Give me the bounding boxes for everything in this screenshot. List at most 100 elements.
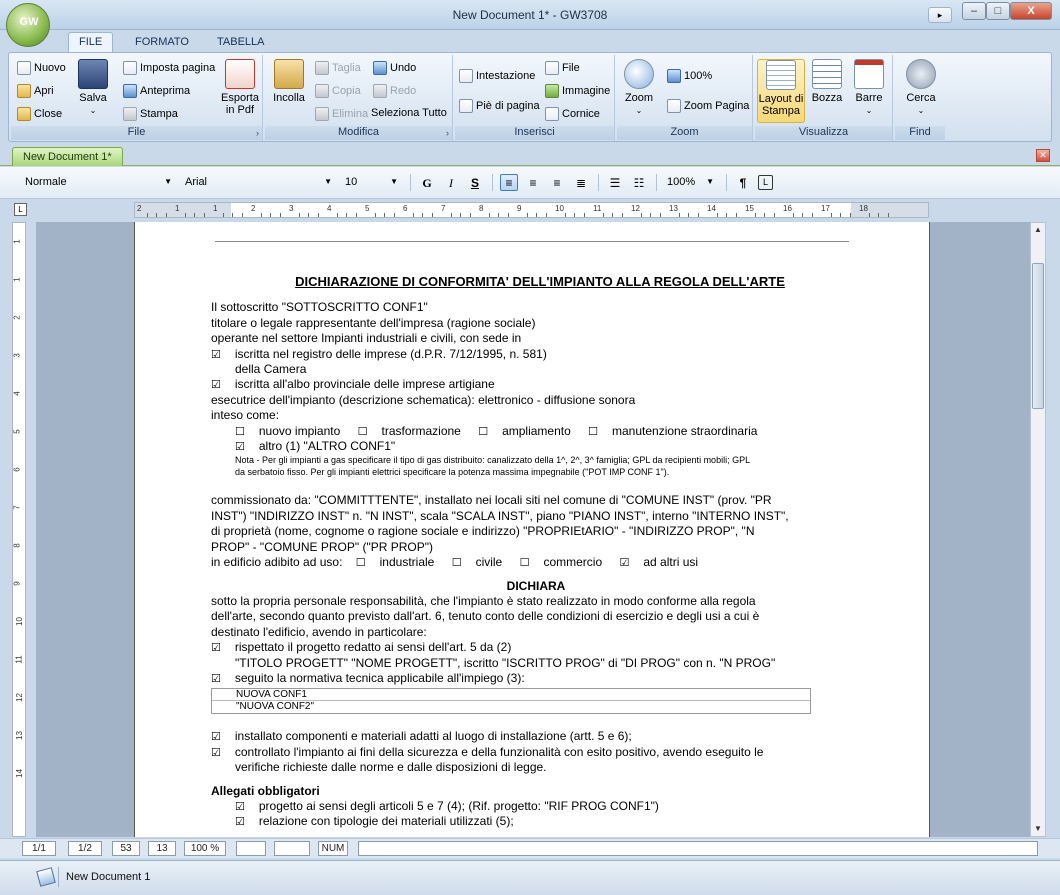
separator: [656, 174, 657, 191]
anteprima-label: Anteprima: [140, 85, 191, 97]
seleziona-tutto-button[interactable]: Seleziona Tutto: [371, 107, 447, 119]
document-page[interactable]: DICHIARAZIONE DI CONFORMITA' DELL'IMPIAN…: [134, 222, 930, 837]
font-select[interactable]: Arial ▼: [180, 173, 336, 191]
checkbox-empty-icon[interactable]: ☐: [588, 425, 598, 438]
nuovo-button[interactable]: Nuovo: [17, 61, 66, 75]
bold-button[interactable]: G: [418, 174, 436, 191]
launcher-icon[interactable]: ›: [446, 128, 449, 138]
allegati-heading: Allegati obbligatori: [211, 783, 320, 798]
close-label: Close: [34, 108, 63, 120]
normativa-table[interactable]: NUOVA CONF1 "NUOVA CONF2": [211, 688, 811, 715]
checkbox-empty-icon[interactable]: ☐: [478, 425, 488, 438]
checkbox-checked-icon[interactable]: ☑: [211, 730, 221, 743]
minimize-button[interactable]: –: [962, 2, 986, 20]
ruler-tick: [640, 213, 642, 217]
checkbox-checked-icon[interactable]: ☑: [619, 556, 629, 569]
elimina-button[interactable]: Elimina: [315, 107, 368, 121]
style-select[interactable]: Normale ▼: [20, 173, 176, 191]
numbered-list-button[interactable]: ☷: [630, 174, 648, 191]
document-body[interactable]: DICHIARAZIONE DI CONFORMITA' DELL'IMPIAN…: [211, 274, 861, 830]
immagine-button[interactable]: Immagine: [545, 84, 610, 98]
checkbox-empty-icon[interactable]: ☐: [452, 556, 462, 569]
align-right-button[interactable]: ≡: [548, 174, 566, 191]
elimina-label: Elimina: [332, 108, 369, 120]
maximize-button[interactable]: □: [986, 2, 1010, 20]
close-button[interactable]: X: [1010, 2, 1052, 20]
scroll-thumb[interactable]: [1032, 263, 1044, 409]
checkbox-empty-icon[interactable]: ☐: [235, 425, 245, 438]
launcher-icon[interactable]: ›: [256, 128, 259, 138]
ruler-number: 14: [707, 204, 716, 213]
vertical-ruler[interactable]: 1 1 2 3 4 5 6 7 8 9 10 11 12 13 14: [12, 222, 26, 837]
barre-button[interactable]: Barre ⌄: [851, 59, 887, 123]
tab-stop-button[interactable]: L: [758, 175, 773, 190]
align-center-button[interactable]: ≡: [524, 174, 542, 191]
redo-button[interactable]: Redo: [373, 84, 416, 98]
zoom-select[interactable]: 100% ▼: [662, 173, 718, 191]
bullet-list-button[interactable]: ☰: [606, 174, 624, 191]
options-uso: in edificio adibito ad uso: ☐ industriale…: [211, 555, 861, 570]
italic-button[interactable]: I: [442, 174, 460, 191]
checkbox-checked-icon[interactable]: ☑: [235, 800, 245, 813]
vertical-scrollbar[interactable]: ▲ ▼: [1030, 222, 1046, 837]
esporta-pdf-button[interactable]: Esporta in Pdf: [219, 59, 261, 123]
close-icon[interactable]: ✕: [1036, 149, 1050, 162]
checkbox-checked-icon[interactable]: ☑: [235, 815, 245, 828]
ruler-tick: [545, 213, 547, 217]
taskbar-document-label[interactable]: New Document 1: [66, 871, 150, 883]
intestazione-label: Intestazione: [476, 70, 536, 82]
zoom-button[interactable]: Zoom ⌄: [621, 59, 657, 123]
salva-button[interactable]: Salva ⌄: [75, 59, 111, 123]
quick-access-button[interactable]: ▸: [928, 7, 952, 23]
justify-button[interactable]: ≣: [572, 174, 590, 191]
tab-formato[interactable]: FORMATO: [124, 32, 200, 52]
toolbars-icon: [854, 59, 884, 89]
cerca-button[interactable]: Cerca ⌄: [901, 59, 941, 123]
tab-tabella[interactable]: TABELLA: [206, 32, 276, 52]
opt-nuovo: nuovo impianto: [258, 423, 341, 438]
tab-type-icon[interactable]: L: [14, 203, 27, 216]
anteprima-button[interactable]: Anteprima: [123, 84, 190, 98]
imposta-pagina-button[interactable]: Imposta pagina: [123, 61, 215, 75]
size-select[interactable]: 10 ▼: [340, 173, 402, 191]
strike-button[interactable]: S: [466, 174, 484, 191]
scroll-down-icon[interactable]: ▼: [1031, 822, 1045, 836]
layout-stampa-button[interactable]: Layout di Stampa: [757, 59, 805, 123]
checkbox-checked-icon[interactable]: ☑: [211, 348, 221, 361]
pie-di-pagina-button[interactable]: Piè di pagina: [459, 99, 540, 113]
scroll-up-icon[interactable]: ▲: [1031, 223, 1045, 237]
apri-button[interactable]: Apri: [17, 84, 54, 98]
ruler-tick: [146, 213, 148, 217]
checkbox-checked-icon[interactable]: ☑: [211, 641, 221, 654]
insert-file-button[interactable]: File: [545, 61, 580, 75]
stampa-button[interactable]: Stampa: [123, 107, 178, 121]
bozza-button[interactable]: Bozza: [809, 59, 845, 123]
app-logo[interactable]: GW: [6, 3, 50, 47]
incolla-button[interactable]: Incolla: [269, 59, 309, 123]
copia-button[interactable]: Copia: [315, 84, 361, 98]
tab-file[interactable]: FILE: [68, 32, 114, 52]
horizontal-ruler[interactable]: 2 1 1 2 3 4 5 6 7 8 9 10 11 12 13 14 15 16 17 18: [134, 202, 929, 218]
checkbox-empty-icon[interactable]: ☐: [356, 556, 366, 569]
ruler-row: L 2 1 1 2 3 4 5 6 7 8 9 10 11 12 13 14 15 16 17 18: [0, 200, 1060, 220]
taglia-button[interactable]: Taglia: [315, 61, 361, 75]
pilcrow-button[interactable]: ¶: [734, 174, 752, 191]
undo-icon: [373, 61, 387, 75]
document-icon[interactable]: [36, 867, 56, 887]
undo-button[interactable]: Undo: [373, 61, 416, 75]
zoom-100-button[interactable]: 100%: [667, 69, 712, 83]
ruler-tick: [792, 213, 794, 217]
intestazione-button[interactable]: Intestazione: [459, 69, 535, 83]
checkbox-empty-icon[interactable]: ☐: [520, 556, 530, 569]
close-doc-button[interactable]: Close: [17, 107, 62, 121]
ruler-tick: [431, 213, 433, 217]
zoom-pagina-button[interactable]: Zoom Pagina: [667, 99, 749, 113]
checkbox-checked-icon[interactable]: ☑: [211, 672, 221, 685]
cornice-button[interactable]: Cornice: [545, 107, 600, 121]
checkbox-checked-icon[interactable]: ☑: [211, 378, 221, 391]
checkbox-empty-icon[interactable]: ☐: [358, 425, 368, 438]
align-left-button[interactable]: ≡: [500, 174, 518, 191]
document-tab[interactable]: New Document 1*: [12, 147, 123, 166]
checkbox-checked-icon[interactable]: ☑: [211, 746, 221, 759]
checkbox-checked-icon[interactable]: ☑: [235, 440, 245, 453]
